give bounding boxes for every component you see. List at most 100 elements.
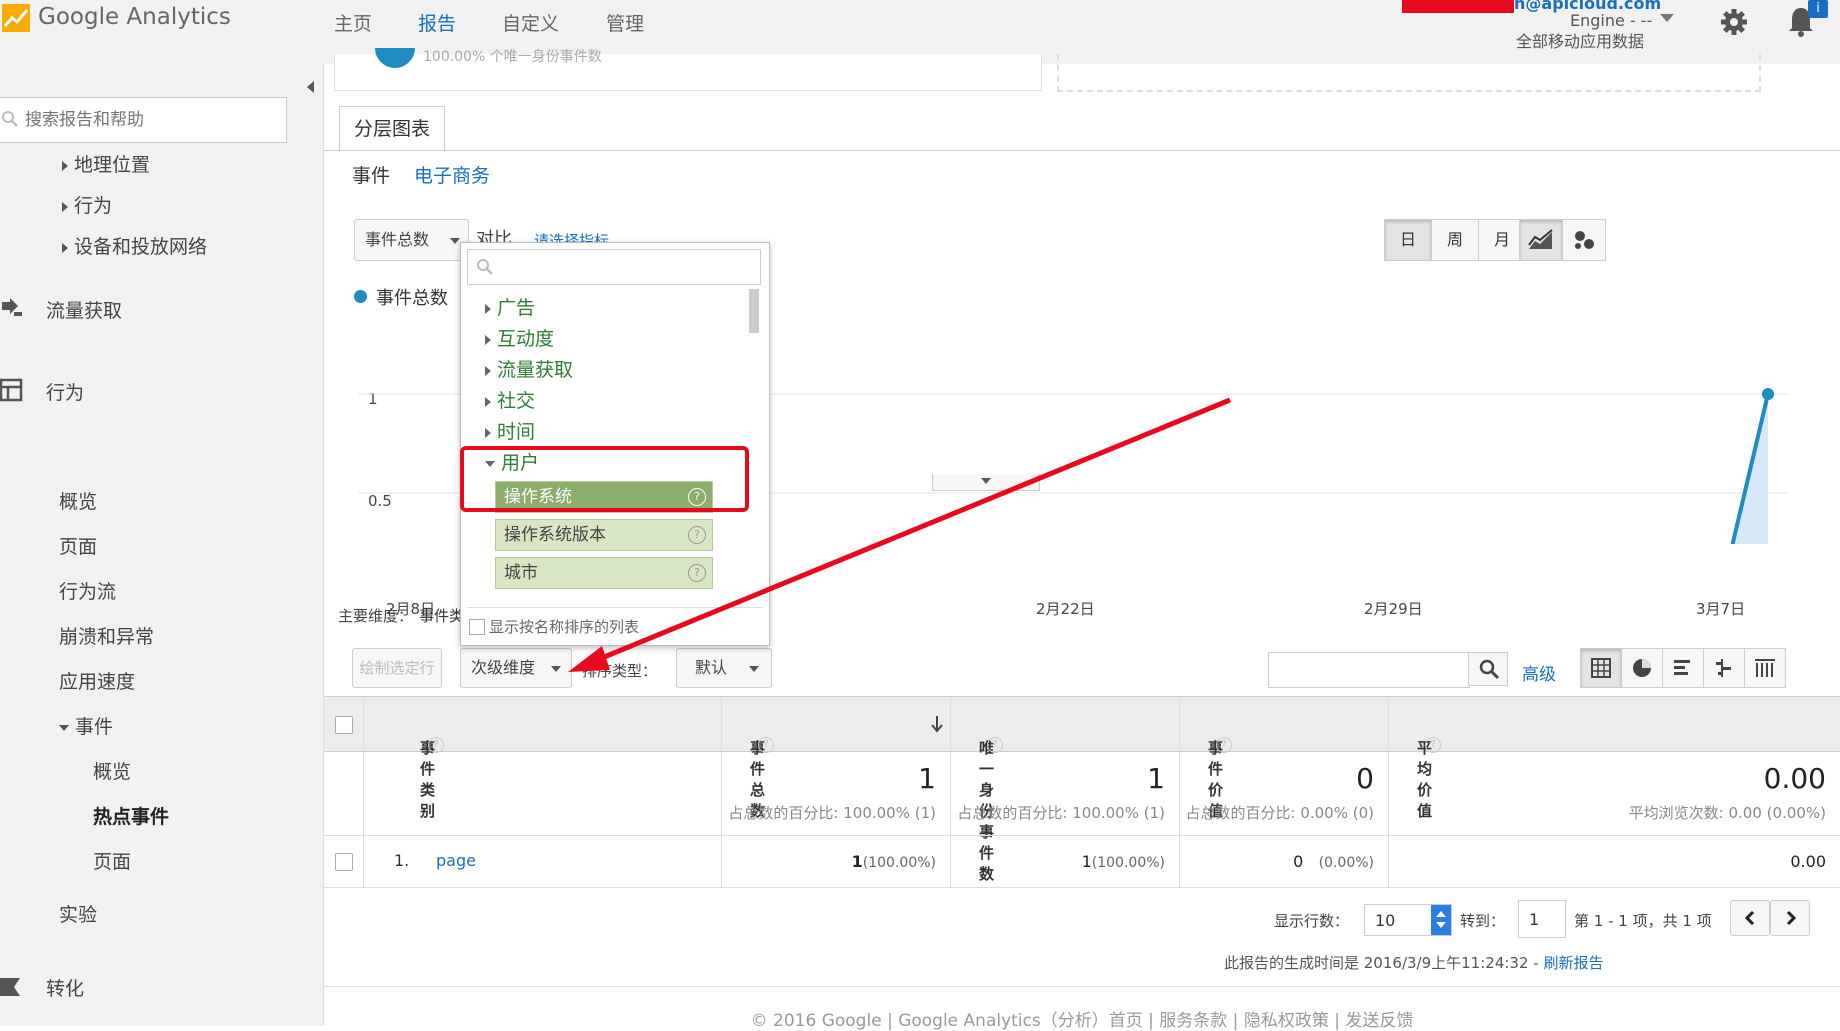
- refresh-report-link[interactable]: 刷新报告: [1543, 954, 1603, 972]
- event-value-summary: 0 占总数的百分比: 0.00% (0): [1180, 752, 1389, 836]
- dimension-search-input[interactable]: [467, 249, 761, 285]
- row-category-link[interactable]: page: [436, 851, 476, 870]
- granularity-week[interactable]: 周: [1431, 219, 1479, 261]
- pie-view-button[interactable]: [1621, 648, 1663, 688]
- help-icon[interactable]: ?: [688, 564, 706, 582]
- help-icon[interactable]: ?: [1216, 737, 1232, 753]
- rows-per-page-label: 显示行数：: [1274, 912, 1350, 930]
- sidebar-item-crashes[interactable]: 崩溃和异常: [59, 622, 154, 649]
- dimension-category-social[interactable]: 社交: [485, 386, 535, 413]
- sidebar-item-conversions[interactable]: 转化: [46, 974, 84, 1001]
- sort-type-select[interactable]: 默认: [676, 648, 772, 688]
- dimension-option-os-version[interactable]: 操作系统版本?: [495, 519, 713, 551]
- table-header-unique-events[interactable]: 唯一身份事件数?: [951, 696, 1180, 883]
- chevron-down-icon: [749, 666, 759, 672]
- dropdown-scrollbar[interactable]: [749, 289, 759, 333]
- granularity-day[interactable]: 日: [1384, 219, 1432, 261]
- table-header-checkbox-cell: [324, 696, 364, 752]
- secondary-dimension-button[interactable]: 次级维度: [460, 648, 572, 688]
- sidebar-search-box[interactable]: [0, 97, 287, 143]
- table-header-total-events[interactable]: 事件总数?: [722, 696, 951, 820]
- sidebar-item-behavior[interactable]: 行为: [46, 378, 84, 405]
- secondary-dimension-dropdown: 广告 互动度 流量获取 社交 时间 用户 操作系统? 操作系统版本? 城市? 显…: [460, 242, 770, 646]
- help-icon[interactable]: ?: [1425, 737, 1441, 753]
- goto-page-input[interactable]: 1: [1518, 900, 1566, 938]
- account-view[interactable]: 全部移动应用数据: [1516, 28, 1644, 52]
- sort-descending-icon[interactable]: [930, 715, 944, 733]
- caret-down-icon: [59, 724, 69, 731]
- sidebar-item-events-overview[interactable]: 概览: [93, 757, 131, 784]
- sidebar-item-acquisition[interactable]: 流量获取: [46, 296, 122, 323]
- sidebar-item-experiments[interactable]: 实验: [59, 900, 97, 927]
- nav-home[interactable]: 主页: [334, 9, 372, 36]
- dimension-category-engagement[interactable]: 互动度: [485, 324, 554, 351]
- help-icon[interactable]: ?: [758, 737, 774, 753]
- dimension-category-ads[interactable]: 广告: [485, 293, 535, 320]
- tab-hierarchy-chart[interactable]: 分层图表: [339, 106, 445, 152]
- help-icon[interactable]: ?: [987, 737, 1003, 753]
- table-header-event-category[interactable]: 事件类别?: [364, 696, 722, 820]
- chevron-right-icon: [1786, 911, 1797, 925]
- sidebar-item-app-speed[interactable]: 应用速度: [59, 667, 135, 694]
- footer-links[interactable]: © 2016 Google | Google Analytics（分析）首页 |…: [324, 1006, 1840, 1031]
- sidebar-item-geo[interactable]: 地理位置: [62, 150, 150, 177]
- nav-reports[interactable]: 报告: [418, 9, 456, 36]
- caret-right-icon: [62, 201, 68, 212]
- rows-per-page-select[interactable]: 10: [1364, 904, 1452, 936]
- table-toolbar: 绘制选定行 次级维度 排序类型： 默认 高级: [324, 638, 1840, 696]
- chevron-down-icon: [981, 478, 991, 484]
- subtab-ecommerce[interactable]: 电子商务: [414, 161, 490, 188]
- comparison-view-button[interactable]: [1703, 648, 1745, 688]
- brand-name[interactable]: Google Analytics: [38, 4, 231, 30]
- help-icon[interactable]: ?: [688, 526, 706, 544]
- nav-admin[interactable]: 管理: [606, 9, 644, 36]
- row-checkbox[interactable]: [335, 853, 353, 871]
- table-search-input[interactable]: [1268, 652, 1470, 688]
- sidebar-item-pages[interactable]: 页面: [59, 532, 97, 559]
- nav-customize[interactable]: 自定义: [502, 9, 559, 36]
- compare-icon: [1716, 659, 1731, 677]
- sidebar-item-behavior-flow[interactable]: 行为流: [59, 577, 116, 604]
- footer-divider: [324, 986, 1840, 987]
- caret-right-icon: [62, 160, 68, 171]
- dimension-category-acquisition[interactable]: 流量获取: [485, 355, 573, 382]
- select-all-checkbox[interactable]: [335, 716, 353, 734]
- gear-icon[interactable]: [1716, 4, 1752, 40]
- dimension-option-city[interactable]: 城市?: [495, 557, 713, 589]
- collapse-sidebar-icon[interactable]: [298, 74, 324, 100]
- pivot-icon: [1755, 659, 1775, 677]
- sidebar-search-input[interactable]: [23, 106, 277, 134]
- pie-icon: [1633, 659, 1651, 677]
- table-header-event-value[interactable]: 事件价值?: [1180, 696, 1389, 820]
- next-page-button[interactable]: [1770, 900, 1810, 936]
- sort-by-name-checkbox[interactable]: [469, 619, 485, 635]
- sidebar-item-events-pages[interactable]: 页面: [93, 847, 131, 874]
- line-chart-button[interactable]: [1519, 219, 1563, 261]
- data-view-button[interactable]: [1580, 648, 1622, 688]
- data-point[interactable]: [1762, 388, 1774, 400]
- performance-view-button[interactable]: [1662, 648, 1704, 688]
- plot-rows-button[interactable]: 绘制选定行: [352, 648, 442, 688]
- sidebar-item-behavior-audience[interactable]: 行为: [62, 191, 112, 218]
- sidebar-item-overview[interactable]: 概览: [59, 487, 97, 514]
- table-search-button[interactable]: [1468, 652, 1508, 686]
- table-header-avg-value[interactable]: 平均价值?: [1389, 696, 1840, 820]
- dimension-category-time[interactable]: 时间: [485, 417, 535, 444]
- pivot-view-button[interactable]: [1744, 648, 1786, 688]
- notification-badge[interactable]: i: [1808, 0, 1828, 18]
- chart-resize-handle[interactable]: [932, 474, 1040, 491]
- account-dropdown-icon[interactable]: [1660, 14, 1674, 22]
- row-total-events: 1(100.00%): [722, 836, 951, 888]
- sidebar-item-top-events[interactable]: 热点事件: [93, 802, 169, 829]
- prev-page-button[interactable]: [1730, 900, 1770, 936]
- help-icon[interactable]: ?: [428, 737, 444, 753]
- subtab-events[interactable]: 事件: [352, 161, 390, 188]
- metric-select[interactable]: 事件总数: [354, 219, 469, 261]
- sidebar-item-events[interactable]: 事件: [59, 712, 113, 739]
- motion-chart-button[interactable]: [1562, 219, 1606, 261]
- search-icon: [1479, 659, 1500, 680]
- advanced-filter-link[interactable]: 高级: [1522, 660, 1556, 685]
- sidebar-item-devices[interactable]: 设备和投放网络: [62, 232, 207, 259]
- analytics-logo-icon[interactable]: [2, 4, 30, 32]
- chevron-down-icon: [551, 666, 561, 672]
